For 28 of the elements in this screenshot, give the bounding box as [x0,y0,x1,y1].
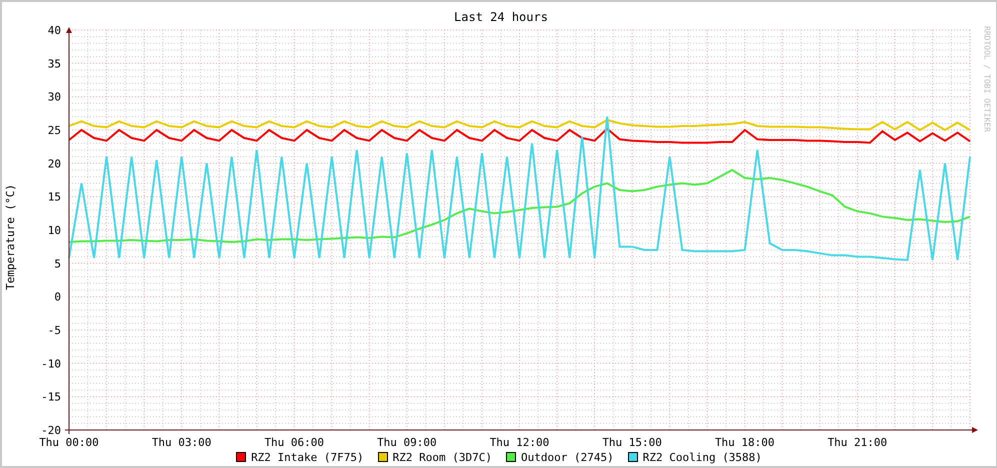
x-tick-label: Thu 00:00 [39,436,99,448]
x-tick-label: Thu 03:00 [152,436,212,448]
x-tick-label: Thu 15:00 [602,436,662,448]
x-tick-label: Thu 21:00 [828,436,888,448]
y-tick-label: 35 [48,57,61,70]
x-tick-label: Thu 12:00 [490,436,550,448]
legend-label: RZ2 Intake (7F75) [251,450,364,464]
x-tick-label: Thu 06:00 [264,436,324,448]
legend-label: Outdoor (2745) [521,450,614,464]
chart-title: Last 24 hours [453,9,549,26]
legend-label: RZ2 Cooling (3588) [642,450,762,464]
y-tick-label: -15 [41,390,61,404]
credit-text: RRDTOOL / TOBI OETIKER [982,26,992,132]
y-tick-label: 15 [48,190,61,204]
x-tick-label: Thu 18:00 [714,436,775,448]
y-tick-label: 25 [48,124,61,137]
y-tick-label: 20 [48,157,61,170]
y-tick-label: -5 [48,324,61,337]
x-tick-label: Thu 09:00 [377,436,437,448]
y-axis-label: Temperature (°C) [4,184,16,290]
y-tick-label: 0 [54,290,61,304]
y-tick-label: 10 [48,224,61,237]
y-tick-label: 40 [48,26,61,37]
y-tick-label: -20 [41,424,61,437]
y-tick-label: -10 [41,357,61,370]
y-tick-label: 30 [48,90,61,104]
legend-label: RZ2 Room (3D7C) [392,450,492,464]
y-tick-label: 5 [54,257,61,270]
